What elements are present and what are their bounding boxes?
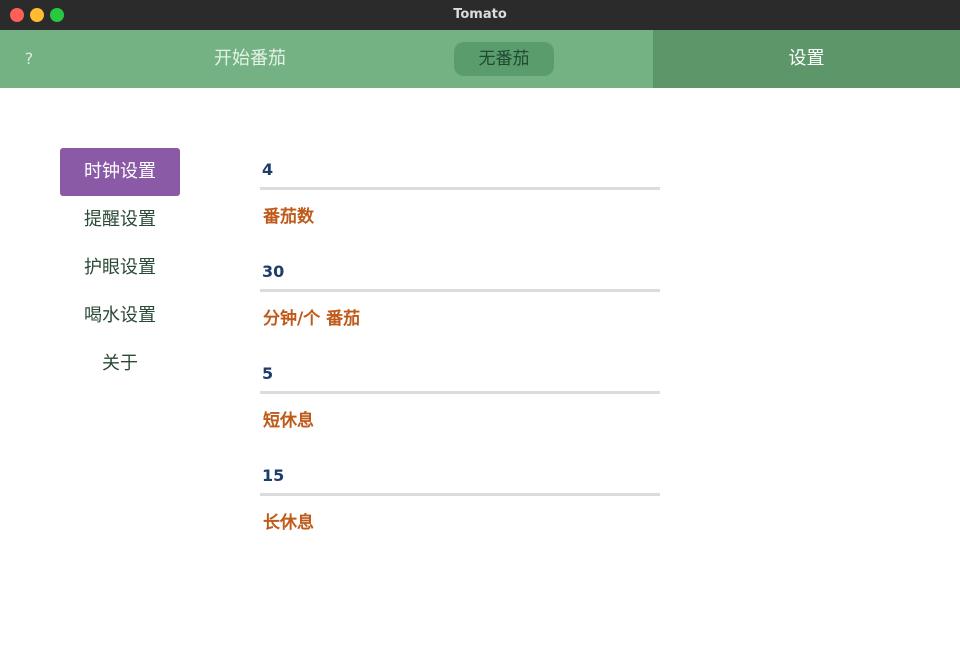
help-button[interactable]: ? — [18, 30, 40, 88]
long-break-input[interactable]: 15 — [262, 466, 284, 485]
window-titlebar: Tomato — [0, 0, 960, 30]
clock-settings-form: 4 番茄数 30 分钟/个 番茄 5 短休息 15 长休息 — [260, 150, 660, 558]
sidebar-item-clock-settings[interactable]: 时钟设置 — [60, 148, 180, 196]
sidebar-item-eye-care-settings[interactable]: 护眼设置 — [60, 244, 180, 292]
short-break-field: 5 短休息 — [260, 354, 660, 456]
long-break-field: 15 长休息 — [260, 456, 660, 558]
sidebar-item-water-settings[interactable]: 喝水设置 — [60, 292, 180, 340]
tomato-count-input[interactable]: 4 — [262, 160, 273, 179]
minutes-per-tomato-label: 分钟/个 番茄 — [263, 309, 361, 329]
sidebar-item-reminder-settings[interactable]: 提醒设置 — [60, 196, 180, 244]
tomato-count-label: 番茄数 — [263, 207, 314, 227]
minutes-per-tomato-input[interactable]: 30 — [262, 262, 284, 281]
start-tomato-button[interactable]: 开始番茄 — [190, 30, 310, 88]
sidebar-item-about[interactable]: 关于 — [60, 340, 180, 388]
top-toolbar: ? 开始番茄 无番茄 设置 — [0, 30, 960, 88]
short-break-label: 短休息 — [263, 411, 314, 431]
tab-settings[interactable]: 设置 — [653, 30, 960, 88]
tomato-count-field: 4 番茄数 — [260, 150, 660, 252]
input-underline — [260, 289, 660, 292]
input-underline — [260, 391, 660, 394]
window-title: Tomato — [453, 7, 507, 22]
settings-sidebar: 时钟设置 提醒设置 护眼设置 喝水设置 关于 — [60, 148, 180, 388]
short-break-input[interactable]: 5 — [262, 364, 273, 383]
tomato-status-badge: 无番茄 — [454, 42, 554, 76]
long-break-label: 长休息 — [263, 513, 314, 533]
input-underline — [260, 493, 660, 496]
minutes-per-tomato-field: 30 分钟/个 番茄 — [260, 252, 660, 354]
input-underline — [260, 187, 660, 190]
